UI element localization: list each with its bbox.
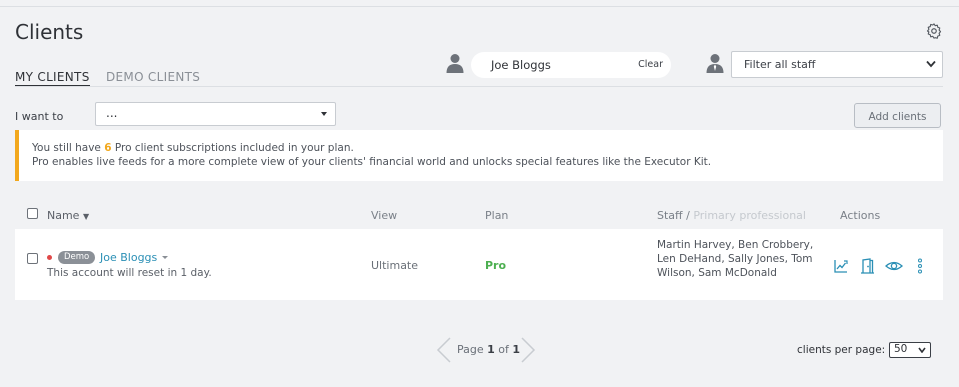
top-divider	[0, 6, 959, 7]
bulk-action-select[interactable]: ...	[95, 102, 336, 126]
plan-cell: Pro	[485, 259, 507, 272]
clear-search-button[interactable]: Clear	[638, 59, 663, 70]
chevron-down-icon	[918, 347, 926, 353]
client-search-field[interactable]: Joe Bloggs Clear	[471, 52, 671, 78]
page-title: Clients	[15, 20, 84, 44]
reset-notice: This account will reset in 1 day.	[47, 267, 212, 279]
chart-edit-icon[interactable]	[833, 258, 849, 274]
staff-filter-value: Filter all staff	[744, 58, 816, 71]
person-icon	[446, 54, 464, 73]
column-header-actions: Actions	[840, 209, 881, 222]
bulk-action-value: ...	[106, 106, 118, 120]
page-indicator: Page 1 of 1	[457, 343, 521, 356]
select-all-checkbox[interactable]	[27, 208, 38, 219]
table-row[interactable]: Demo Joe Bloggs This account will reset …	[15, 229, 943, 300]
notice-line-1: You still have 6 Pro client subscription…	[32, 142, 354, 154]
demo-badge: Demo	[58, 251, 96, 264]
client-name-link[interactable]: Joe Bloggs	[100, 251, 157, 264]
tab-my-clients[interactable]: MY CLIENTS	[15, 70, 90, 87]
status-dot	[47, 255, 52, 260]
caret-down-icon	[321, 112, 327, 116]
staff-cell: Martin Harvey, Ben Crobbery, Len DeHand,…	[657, 239, 814, 279]
staff-person-icon	[706, 54, 724, 73]
client-search-value: Joe Bloggs	[491, 58, 551, 72]
door-icon[interactable]	[859, 258, 875, 274]
notice-line-2: Pro enables live feeds for a more comple…	[32, 156, 712, 168]
per-page-value: 50	[894, 343, 908, 355]
column-header-staff: Staff / Primary professional	[657, 209, 806, 222]
view-cell: Ultimate	[371, 259, 419, 272]
tabs-divider	[15, 86, 943, 87]
gear-icon[interactable]	[925, 22, 943, 40]
pro-subscription-notice: You still have 6 Pro client subscription…	[15, 130, 943, 181]
bulk-action-label: I want to	[15, 110, 64, 123]
per-page-label: clients per page:	[797, 344, 886, 356]
more-vertical-icon[interactable]	[915, 258, 925, 274]
tab-demo-clients[interactable]: DEMO CLIENTS	[106, 70, 200, 84]
client-menu-caret-icon[interactable]	[162, 256, 168, 259]
column-header-view: View	[371, 209, 398, 222]
eye-icon[interactable]	[885, 258, 903, 274]
staff-filter-select[interactable]: Filter all staff	[731, 51, 943, 78]
column-header-plan: Plan	[485, 209, 509, 222]
chevron-left-icon[interactable]	[436, 337, 452, 363]
column-header-name[interactable]: Name ▼	[47, 209, 89, 222]
chevron-down-icon	[926, 60, 936, 68]
per-page-select[interactable]: 50	[889, 342, 931, 358]
notice-count: 6	[104, 142, 112, 154]
add-clients-button[interactable]: Add clients	[854, 103, 941, 128]
row-checkbox[interactable]	[27, 253, 38, 264]
chevron-right-icon[interactable]	[520, 337, 536, 363]
